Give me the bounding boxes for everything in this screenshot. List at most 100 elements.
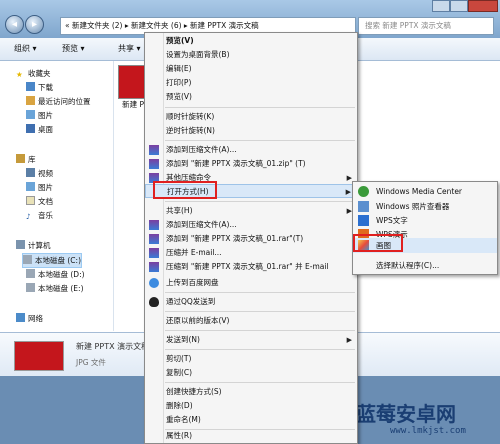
minimize-button[interactable] [432, 0, 450, 12]
highlight-box-open-with [153, 181, 217, 199]
menu-item-rotate-counterclockwise[interactable]: 逆时针旋转(N) [145, 124, 357, 138]
sidebar-item-computer[interactable]: 计算机 [16, 239, 51, 252]
preview-button[interactable]: 预览 ▾ [62, 43, 85, 54]
menu-item-restore-previous[interactable]: 还原以前的版本(V) [145, 314, 357, 328]
menu-separator [165, 382, 355, 383]
videos-icon [26, 168, 35, 177]
close-button[interactable] [468, 0, 498, 12]
winrar-icon [149, 234, 159, 244]
sidebar-item-drive-e[interactable]: 本地磁盘 (E:) [26, 282, 84, 295]
menu-item-print[interactable]: 打印(P) [145, 76, 357, 90]
documents-icon [26, 196, 35, 205]
menu-separator [165, 107, 355, 108]
sidebar-item-lib-pictures[interactable]: 图片 [26, 181, 53, 194]
submenu-item-photo-viewer[interactable]: Windows 照片查看器 [353, 199, 497, 214]
drive-icon [26, 269, 35, 278]
sidebar-item-music[interactable]: ♪ 音乐 [26, 209, 53, 222]
watermark-title: 蓝莓安卓网 [356, 402, 456, 426]
details-file-name: 新建 PPTX 演示文稿 [76, 342, 150, 351]
menu-separator [165, 292, 355, 293]
sidebar-item-desktop[interactable]: 桌面 [26, 123, 53, 136]
navigation-pane: ★ 收藏夹 下载 最近访问的位置 图片 桌面 库 视频 图片 文档 ♪ 音乐 计算机… [0, 61, 114, 331]
sidebar-item-videos[interactable]: 视频 [26, 167, 53, 180]
computer-icon [16, 240, 25, 249]
winrar-icon [149, 220, 159, 230]
menu-item-share[interactable]: 共享(H) ▶ [145, 204, 357, 218]
menu-separator [165, 311, 355, 312]
menu-item-set-desktop-background[interactable]: 设置为桌面背景(B) [145, 48, 357, 62]
recent-icon [26, 96, 35, 105]
menu-item-cut[interactable]: 剪切(T) [145, 352, 357, 366]
winrar-icon [149, 145, 159, 155]
menu-item-add-to-archive-2[interactable]: 添加到压缩文件(A)... [145, 218, 357, 232]
baidu-cloud-icon [149, 278, 159, 288]
forward-button[interactable]: ▸ [25, 15, 44, 34]
winrar-icon [149, 159, 159, 169]
winrar-icon [149, 262, 159, 272]
star-icon: ★ [16, 70, 23, 79]
menu-item-compress-email[interactable]: 压缩并 E-mail... [145, 246, 357, 260]
sidebar-item-favorites[interactable]: ★ 收藏夹 [16, 67, 51, 80]
menu-item-rename[interactable]: 重命名(M) [145, 413, 357, 427]
menu-separator [165, 201, 355, 202]
menu-item-send-to[interactable]: 发送到(N) ▶ [145, 333, 357, 347]
menu-item-send-via-qq[interactable]: 通过QQ发送到 [145, 295, 357, 309]
menu-item-create-shortcut[interactable]: 创建快捷方式(S) [145, 385, 357, 399]
search-input[interactable]: 搜索 新建 PPTX 演示文稿 [358, 17, 494, 35]
sidebar-item-drive-d[interactable]: 本地磁盘 (D:) [26, 268, 85, 281]
submenu-item-windows-media-center[interactable]: Windows Media Center [353, 184, 497, 199]
menu-separator [165, 140, 355, 141]
submenu-arrow-icon: ▶ [346, 336, 352, 344]
sidebar-item-documents[interactable]: 文档 [26, 195, 53, 208]
maximize-button[interactable] [450, 0, 468, 12]
menu-item-upload-baidu[interactable]: 上传到百度网盘 [145, 276, 357, 290]
organize-button[interactable]: 组织 ▾ [14, 43, 37, 54]
menu-item-preview[interactable]: 预览(V) [145, 34, 357, 48]
menu-item-delete[interactable]: 删除(D) [145, 399, 357, 413]
menu-item-preview-2[interactable]: 预览(V) [145, 90, 357, 104]
media-center-icon [358, 186, 369, 197]
desktop-icon [26, 124, 35, 133]
menu-item-properties[interactable]: 属性(R) [145, 429, 357, 443]
library-icon [16, 154, 25, 163]
menu-item-edit[interactable]: 编辑(E) [145, 62, 357, 76]
sidebar-item-drive-c[interactable]: 本地磁盘 (C:) [22, 253, 82, 268]
highlight-box-paint [353, 234, 403, 252]
menu-item-add-to-rar[interactable]: 添加到 "新建 PPTX 演示文稿_01.rar"(T) [145, 232, 357, 246]
pictures-icon [26, 110, 35, 119]
watermark-url: www.lmkjst.com [390, 426, 466, 436]
wps-writer-icon [358, 215, 369, 226]
qq-icon [149, 297, 159, 307]
drive-icon [23, 255, 32, 264]
network-icon [16, 313, 25, 322]
menu-separator [165, 330, 355, 331]
music-icon: ♪ [26, 212, 31, 221]
menu-item-copy[interactable]: 复制(C) [145, 366, 357, 380]
details-file-type: JPG 文件 [76, 358, 106, 367]
sidebar-item-libraries[interactable]: 库 [16, 153, 36, 166]
sidebar-item-network[interactable]: 网络 [16, 312, 43, 325]
open-with-submenu: Windows Media Center Windows 照片查看器 WPS文字… [352, 181, 498, 275]
sidebar-item-downloads[interactable]: 下载 [26, 81, 53, 94]
sidebar-item-recent[interactable]: 最近访问的位置 [26, 95, 91, 108]
pictures-icon [26, 182, 35, 191]
menu-item-add-to-archive[interactable]: 添加到压缩文件(A)... [145, 143, 357, 157]
submenu-arrow-icon: ▶ [345, 188, 351, 196]
context-menu: 预览(V) 设置为桌面背景(B) 编辑(E) 打印(P) 预览(V) 顺时针旋转… [144, 32, 358, 444]
breadcrumb: « 新建文件夹 (2) ▸ 新建文件夹 (6) ▸ 新建 PPTX 演示文稿 [65, 21, 259, 30]
details-thumbnail [14, 341, 64, 371]
downloads-icon [26, 82, 35, 91]
sidebar-item-pictures[interactable]: 图片 [26, 109, 53, 122]
menu-item-compress-rar-email[interactable]: 压缩到 "新建 PPTX 演示文稿_01.rar" 并 E-mail [145, 260, 357, 274]
menu-item-add-to-zip[interactable]: 添加到 "新建 PPTX 演示文稿_01.zip" (T) [145, 157, 357, 171]
winrar-icon [149, 248, 159, 258]
menu-separator [165, 349, 355, 350]
menu-item-rotate-clockwise[interactable]: 顺时针旋转(K) [145, 110, 357, 124]
share-button[interactable]: 共享 ▾ [118, 43, 141, 54]
search-placeholder: 搜索 新建 PPTX 演示文稿 [365, 21, 451, 30]
back-button[interactable]: ◂ [5, 15, 24, 34]
submenu-item-choose-default[interactable]: 选择默认程序(C)... [353, 258, 497, 273]
drive-icon [26, 283, 35, 292]
submenu-item-wps-writer[interactable]: WPS文字 [353, 213, 497, 228]
photo-viewer-icon [358, 201, 369, 212]
